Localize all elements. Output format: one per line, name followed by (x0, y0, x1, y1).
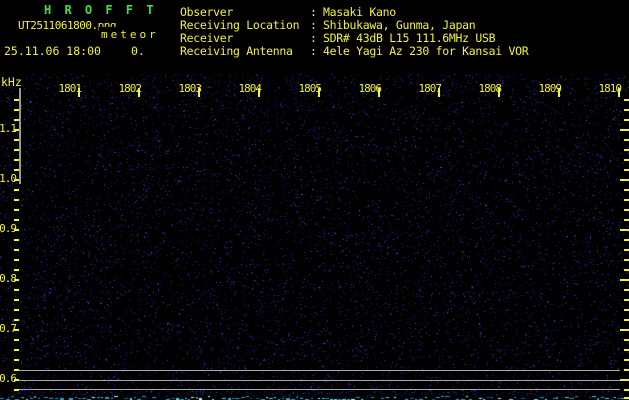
x-tick-label: 1807 (414, 82, 441, 95)
app-title: H R O F F T (44, 3, 156, 17)
y-tick-right-minor (624, 109, 629, 111)
y-tick-right-major (620, 229, 629, 231)
y-tick-right-minor (624, 249, 629, 251)
observation-datetime: 25.11.06 18:00 (4, 44, 101, 58)
baseline-tick-right (624, 397, 629, 399)
y-tick-left (14, 249, 19, 251)
y-tick-right-minor (624, 319, 629, 321)
y-tick-right-major (620, 379, 629, 381)
info-label: Observer (180, 5, 233, 19)
x-tick-mark (438, 88, 440, 97)
info-label: Receiving Location (180, 18, 299, 32)
y-tick-right-minor (624, 189, 629, 191)
x-tick-mark (258, 88, 260, 97)
y-tick-right-minor (624, 99, 629, 101)
station-name: meteor (99, 27, 161, 41)
carrier-line (19, 370, 620, 371)
y-tick-left (14, 299, 19, 301)
spectrogram-noise-canvas (0, 74, 629, 400)
y-tick-left (14, 209, 19, 211)
carrier-line (19, 389, 620, 390)
x-tick-mark (618, 88, 620, 97)
y-tick-left (14, 279, 19, 281)
y-tick-right-minor (624, 219, 629, 221)
info-colon: : (310, 44, 317, 58)
y-tick-right-minor (624, 289, 629, 291)
x-tick-label: 1810 (594, 82, 621, 95)
x-tick-mark (378, 88, 380, 97)
y-tick-right-minor (624, 389, 629, 391)
y-tick-left (14, 239, 19, 241)
y-tick-left (14, 329, 19, 331)
y-tick-right-major (620, 179, 629, 181)
y-tick-left (14, 319, 19, 321)
x-tick-label: 1802 (114, 82, 141, 95)
info-label: Receiver (180, 31, 233, 45)
y-tick-right-minor (624, 139, 629, 141)
y-tick-right-minor (624, 149, 629, 151)
info-label: Receiving Antenna (180, 44, 293, 58)
x-tick-label: 1805 (294, 82, 321, 95)
carrier-line (19, 380, 620, 381)
y-tick-right-major (620, 329, 629, 331)
y-tick-right-minor (624, 309, 629, 311)
y-tick-right-minor (624, 259, 629, 261)
x-tick-label: 1809 (534, 82, 561, 95)
info-value: SDR# 43dB L15 111.6MHz USB (323, 31, 495, 45)
y-tick-right-minor (624, 199, 629, 201)
y-tick-right-minor (624, 209, 629, 211)
y-axis-unit-label: kHz (1, 75, 22, 89)
x-tick-mark (78, 88, 80, 97)
y-tick-right-minor (624, 119, 629, 121)
x-tick-label: 1806 (354, 82, 381, 95)
x-tick-label: 1808 (474, 82, 501, 95)
y-tick-left (14, 219, 19, 221)
y-tick-left (14, 189, 19, 191)
y-tick-left (14, 269, 19, 271)
y-tick-left (14, 199, 19, 201)
x-tick-label: 1801 (54, 82, 81, 95)
x-tick-mark (498, 88, 500, 97)
y-tick-left (14, 349, 19, 351)
x-tick-mark (558, 88, 560, 97)
x-tick-mark (318, 88, 320, 97)
y-tick-left (14, 339, 19, 341)
y-tick-left (14, 309, 19, 311)
y-tick-right-minor (624, 239, 629, 241)
y-tick-left (14, 359, 19, 361)
info-value: 4ele Yagi Az 230 for Kansai VOR (323, 44, 528, 58)
y-tick-right-minor (624, 169, 629, 171)
y-tick-right-minor (624, 369, 629, 371)
info-colon: : (310, 18, 317, 32)
x-tick-label: 1803 (174, 82, 201, 95)
info-colon: : (310, 5, 317, 19)
x-tick-mark (138, 88, 140, 97)
y-tick-left (14, 289, 19, 291)
info-value: Shibukawa, Gunma, Japan (323, 18, 475, 32)
y-tick-right-minor (624, 299, 629, 301)
echo-counter: 0. (131, 44, 145, 58)
y-tick-right-major (620, 129, 629, 131)
y-tick-right-minor (624, 339, 629, 341)
y-tick-right-minor (624, 349, 629, 351)
hrofft-screen: H R O F F T UT2511061800.png meteor 25.1… (0, 0, 629, 400)
y-tick-right-minor (624, 159, 629, 161)
x-tick-label: 1804 (234, 82, 261, 95)
start-time-streak (19, 88, 21, 184)
info-value: Masaki Kano (323, 5, 396, 19)
y-tick-right-major (620, 279, 629, 281)
info-colon: : (310, 31, 317, 45)
y-tick-right-minor (624, 269, 629, 271)
y-tick-right-minor (624, 359, 629, 361)
y-tick-left (14, 229, 19, 231)
x-tick-mark (198, 88, 200, 97)
y-tick-left (14, 259, 19, 261)
